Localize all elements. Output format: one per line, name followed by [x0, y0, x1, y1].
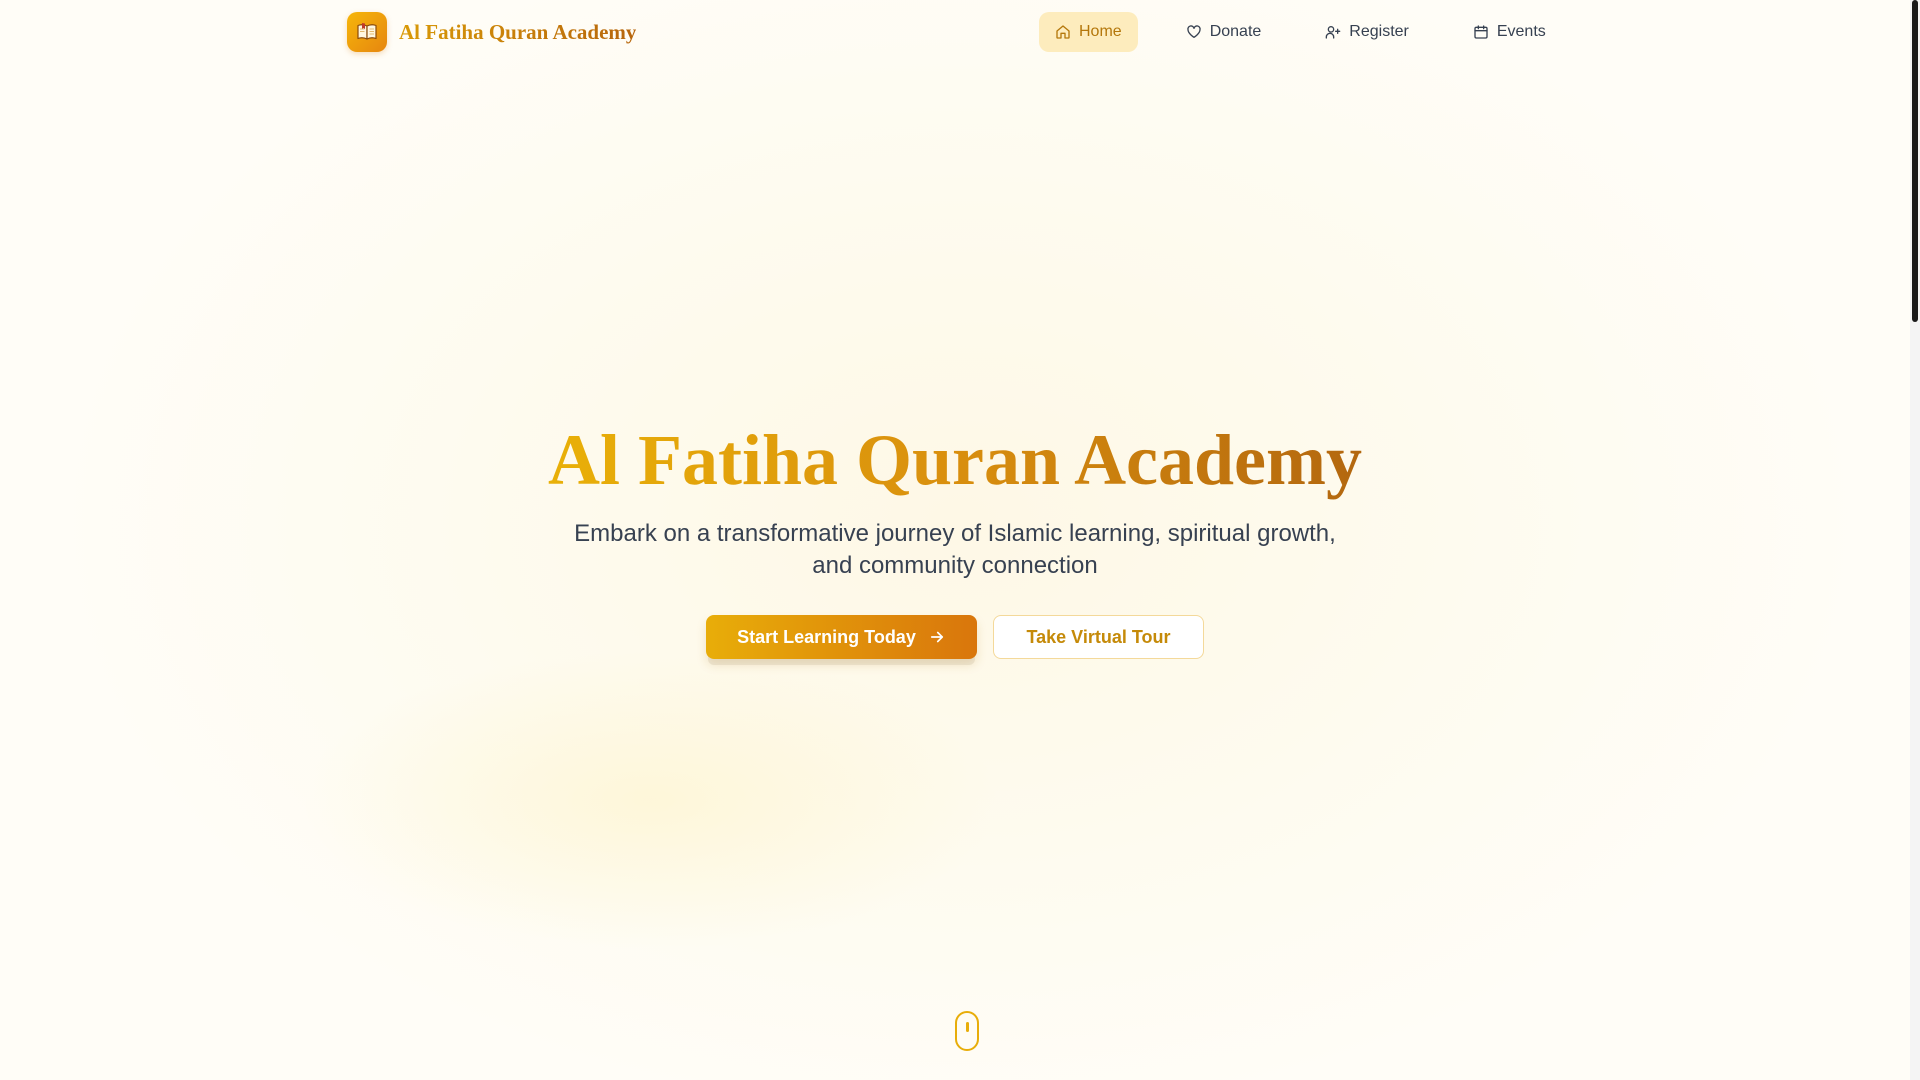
nav-item-label: Home: [1079, 23, 1122, 40]
heart-icon: [1187, 25, 1201, 38]
home-icon: [1056, 25, 1070, 39]
page-scrollbar[interactable]: [1910, 0, 1920, 1080]
hero-subtitle: Embark on a transformative journey of Is…: [574, 520, 1336, 579]
background-glow: [300, 650, 1000, 950]
cta-row: Start Learning Today Take Virtual Tour: [0, 615, 1910, 659]
user-plus-icon: [1325, 26, 1341, 39]
hero-title: Al Fatiha Quran Academy: [0, 412, 1910, 508]
nav-item-register[interactable]: Register: [1309, 12, 1425, 52]
nav-item-label: Register: [1349, 23, 1409, 40]
arrow-right-icon: [930, 631, 943, 643]
open-book-icon: [347, 12, 387, 52]
scrollbar-thumb[interactable]: [1912, 0, 1918, 322]
nav-item-home[interactable]: Home: [1039, 12, 1138, 52]
top-navigation: Al Fatiha Quran Academy Home Donate Regi…: [0, 0, 1910, 64]
nav-item-label: Events: [1496, 23, 1546, 40]
nav-links: Home Donate Register Events: [1039, 12, 1562, 52]
nav-item-events[interactable]: Events: [1457, 12, 1562, 52]
nav-item-donate[interactable]: Donate: [1170, 12, 1278, 52]
brand[interactable]: Al Fatiha Quran Academy: [347, 12, 636, 52]
calendar-icon: [1474, 25, 1488, 39]
start-learning-label: Start Learning Today: [737, 626, 916, 647]
start-learning-button[interactable]: Start Learning Today: [706, 615, 977, 659]
virtual-tour-button[interactable]: Take Virtual Tour: [993, 615, 1204, 659]
hero-title-text: Al Fatiha Quran Academy: [547, 420, 1362, 500]
scroll-wheel-dot: [966, 1022, 969, 1032]
brand-name: Al Fatiha Quran Academy: [399, 19, 637, 44]
scroll-down-mouse-icon[interactable]: [955, 1011, 979, 1051]
nav-item-label: Donate: [1209, 23, 1262, 40]
